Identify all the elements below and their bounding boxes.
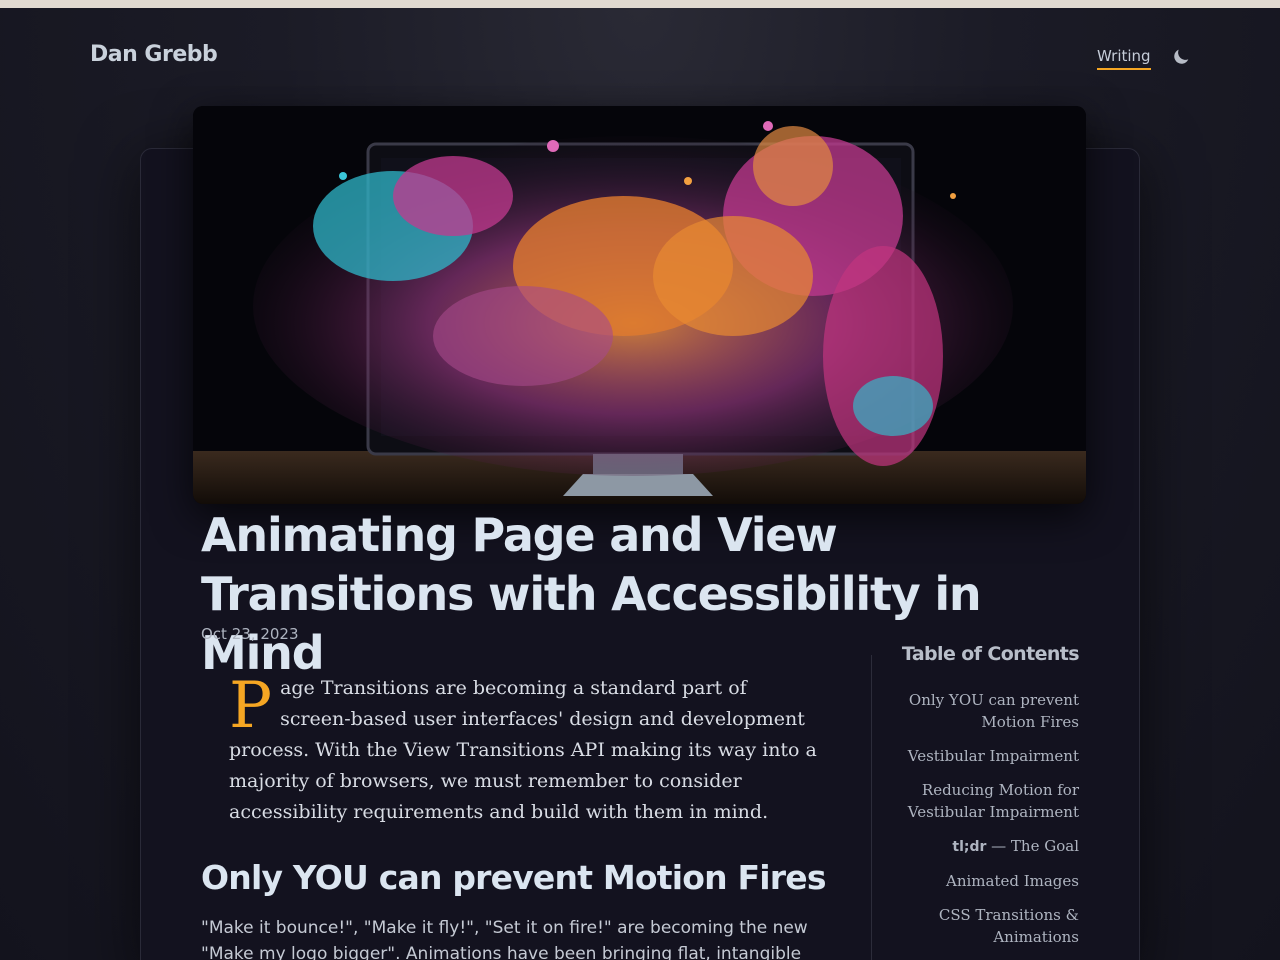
article-date: Oct 23, 2023	[201, 625, 299, 643]
section-heading: Only YOU can prevent Motion Fires	[201, 858, 826, 897]
toc-item: Only YOU can prevent Motion Fires	[895, 689, 1079, 733]
toc-item: Vestibular Impairment	[895, 745, 1079, 767]
nav-link-writing[interactable]: Writing	[1097, 47, 1151, 70]
toc-item: Animated Images	[895, 870, 1079, 892]
intro-dropcap: P	[229, 669, 273, 743]
intro-text: age Transitions are becoming a standard …	[229, 677, 817, 823]
table-of-contents: Only YOU can prevent Motion Fires Vestib…	[895, 689, 1079, 960]
hero-image	[193, 106, 1086, 504]
site-brand-link[interactable]: Dan Grebb	[90, 42, 218, 67]
toc-item: CSS Transitions & Animations	[895, 904, 1079, 948]
toc-item: Reducing Motion for Vestibular Impairmen…	[895, 779, 1079, 823]
toc-link-animated-images[interactable]: Animated Images	[946, 872, 1079, 890]
toc-item: tl;dr — The Goal	[895, 835, 1079, 858]
toc-title: Table of Contents	[901, 643, 1080, 665]
toc-link-tldr-goal[interactable]: tl;dr — The Goal	[952, 837, 1079, 855]
section-body-text: "Make it bounce!", "Make it fly!", "Set …	[201, 918, 808, 960]
top-accent-strip	[0, 0, 1280, 8]
toc-divider	[871, 655, 872, 960]
article-intro: Page Transitions are becoming a standard…	[229, 673, 819, 828]
toc-link-motion-fires[interactable]: Only YOU can prevent Motion Fires	[909, 691, 1079, 731]
moon-icon	[1174, 49, 1189, 64]
theme-toggle-button[interactable]	[1170, 46, 1192, 68]
site-header: Dan Grebb Writing	[0, 8, 1280, 106]
toc-label-goal: — The Goal	[986, 837, 1079, 855]
toc-link-css-transitions[interactable]: CSS Transitions & Animations	[939, 906, 1079, 946]
toc-link-vestibular-impairment[interactable]: Vestibular Impairment	[908, 747, 1079, 765]
toc-code-tldr: tl;dr	[952, 839, 987, 855]
toc-link-reducing-motion[interactable]: Reducing Motion for Vestibular Impairmen…	[908, 781, 1079, 821]
